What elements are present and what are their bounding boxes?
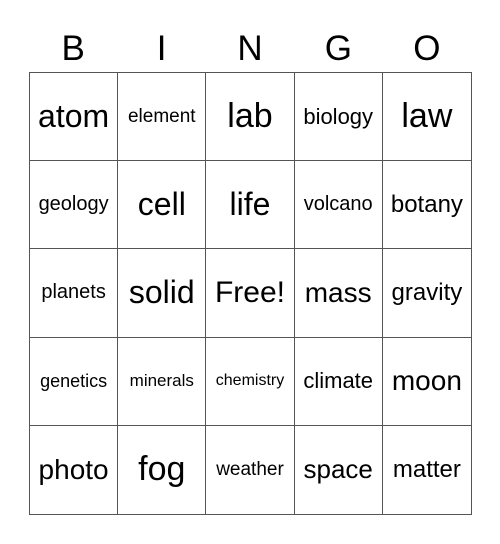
- bingo-cell[interactable]: matter: [383, 426, 471, 514]
- bingo-cell[interactable]: minerals: [118, 337, 207, 426]
- header-letter-n: N: [237, 29, 263, 68]
- header-letter-g: G: [324, 29, 353, 68]
- bingo-cell[interactable]: space: [295, 425, 383, 514]
- bingo-cell[interactable]: moon: [382, 338, 471, 426]
- bingo-cell[interactable]: cell: [118, 161, 207, 250]
- bingo-cell[interactable]: law: [382, 73, 471, 162]
- bingo-cell[interactable]: fog: [118, 425, 207, 514]
- bingo-cell[interactable]: solid: [118, 249, 207, 338]
- bingo-cell[interactable]: weather: [206, 425, 295, 514]
- header-letter-b: B: [61, 29, 85, 68]
- bingo-cell[interactable]: geology: [30, 161, 119, 250]
- header-letter-o: O: [413, 29, 441, 68]
- bingo-cell[interactable]: life: [206, 161, 295, 250]
- bingo-cell[interactable]: volcano: [294, 161, 383, 250]
- bingo-cell[interactable]: climate: [294, 337, 383, 426]
- bingo-cell[interactable]: planets: [30, 249, 119, 338]
- bingo-cell[interactable]: element: [118, 73, 207, 162]
- bingo-cell[interactable]: chemistry: [206, 337, 295, 426]
- bingo-cell[interactable]: mass: [294, 249, 383, 338]
- header-letter-i: I: [156, 29, 167, 68]
- bingo-cell[interactable]: gravity: [382, 249, 471, 338]
- bingo-cell[interactable]: biology: [294, 73, 383, 162]
- bingo-cell[interactable]: botany: [382, 161, 471, 250]
- bingo-cell[interactable]: lab: [206, 73, 295, 162]
- bingo-header: B I N G O: [29, 28, 471, 70]
- bingo-cell[interactable]: atom: [30, 73, 119, 162]
- free-space-cell[interactable]: Free!: [206, 249, 295, 338]
- bingo-cell[interactable]: photo: [30, 425, 119, 514]
- bingo-grid: atom element lab biology law geology cell life v…: [29, 72, 472, 515]
- bingo-cell[interactable]: genetics: [30, 337, 119, 426]
